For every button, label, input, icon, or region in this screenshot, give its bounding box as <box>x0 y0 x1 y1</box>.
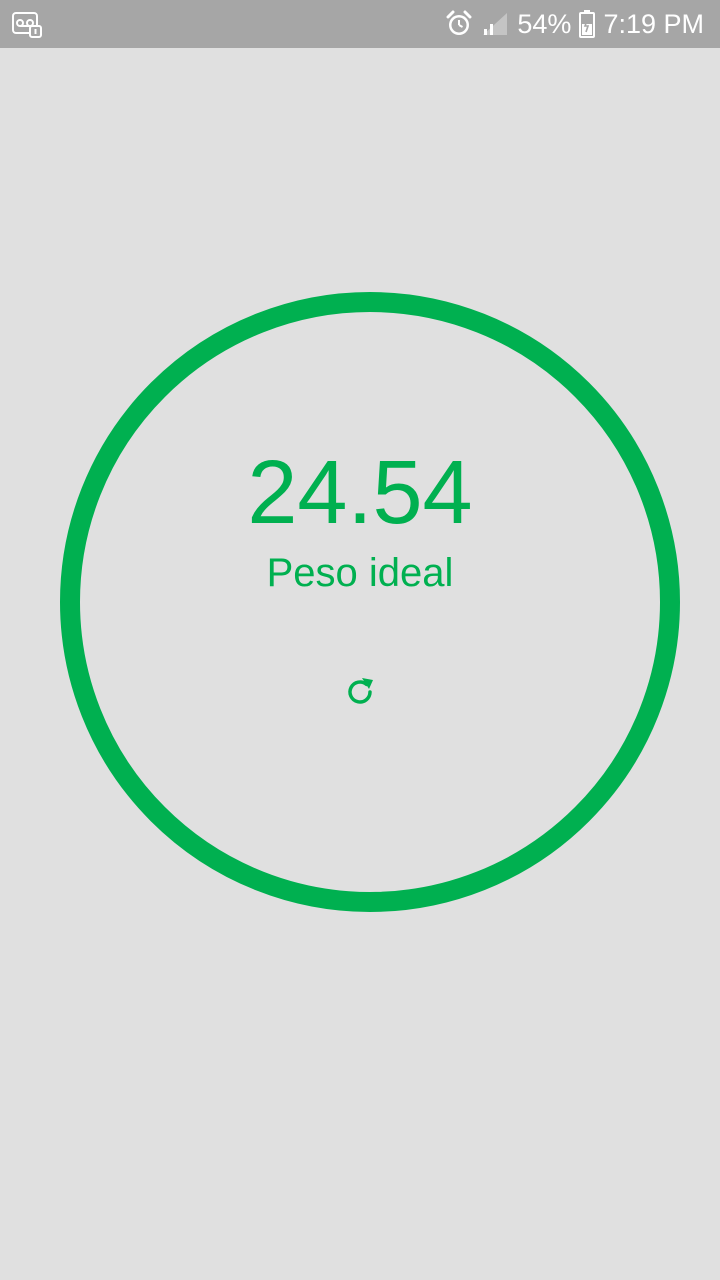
battery-percent: 54% <box>517 9 572 39</box>
battery-icon <box>579 10 596 38</box>
signal-icon <box>481 11 509 37</box>
result-screen: 24.54 Peso ideal <box>0 48 720 1280</box>
status-indicators: 54% 7:19 PM <box>445 0 704 48</box>
result-ring <box>60 292 680 912</box>
refresh-button[interactable] <box>338 672 382 716</box>
result-value: 24.54 <box>247 443 473 543</box>
status-bar: 54% 7:19 PM <box>0 0 720 48</box>
refresh-icon <box>342 674 378 715</box>
voicemail-icon <box>12 12 42 38</box>
alarm-icon <box>445 10 473 38</box>
result-label: Peso ideal <box>266 551 454 595</box>
clock-time: 7:19 PM <box>603 9 704 39</box>
